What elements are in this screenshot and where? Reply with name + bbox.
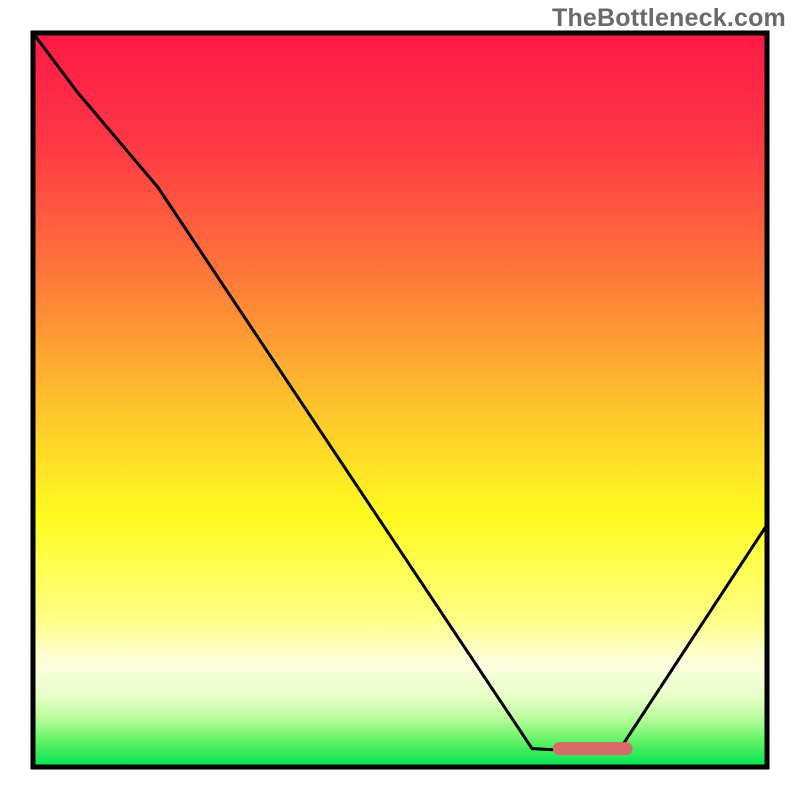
attribution-text: TheBottleneck.com [552, 4, 786, 33]
plot-background [33, 33, 767, 767]
chart-svg [0, 0, 800, 800]
bottleneck-chart: TheBottleneck.com [0, 0, 800, 800]
